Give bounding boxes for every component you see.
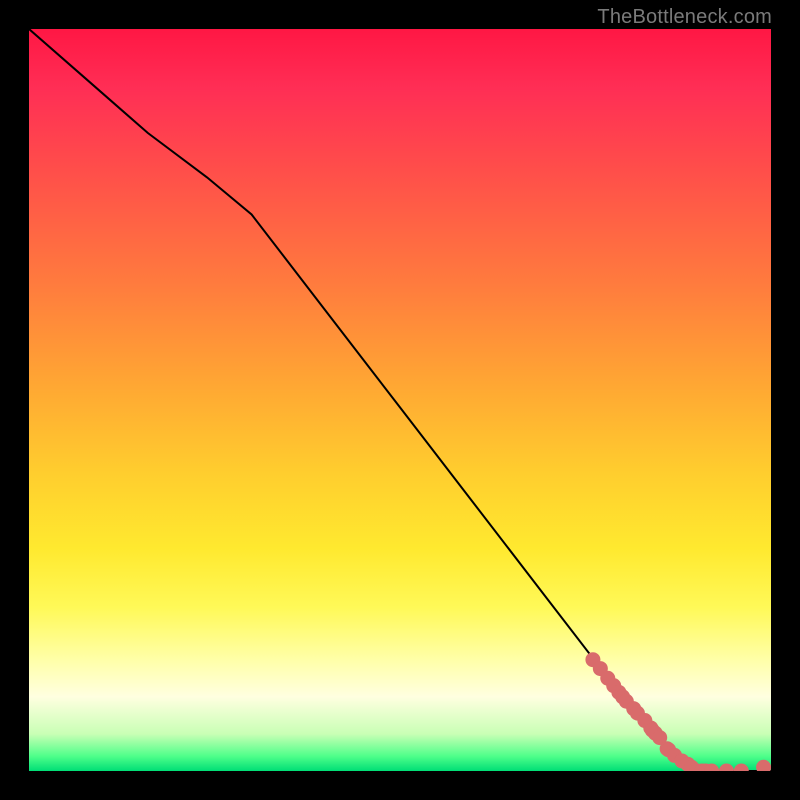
chart-frame: TheBottleneck.com (0, 0, 800, 800)
attribution-text: TheBottleneck.com (597, 6, 772, 29)
plot-area (29, 29, 771, 771)
